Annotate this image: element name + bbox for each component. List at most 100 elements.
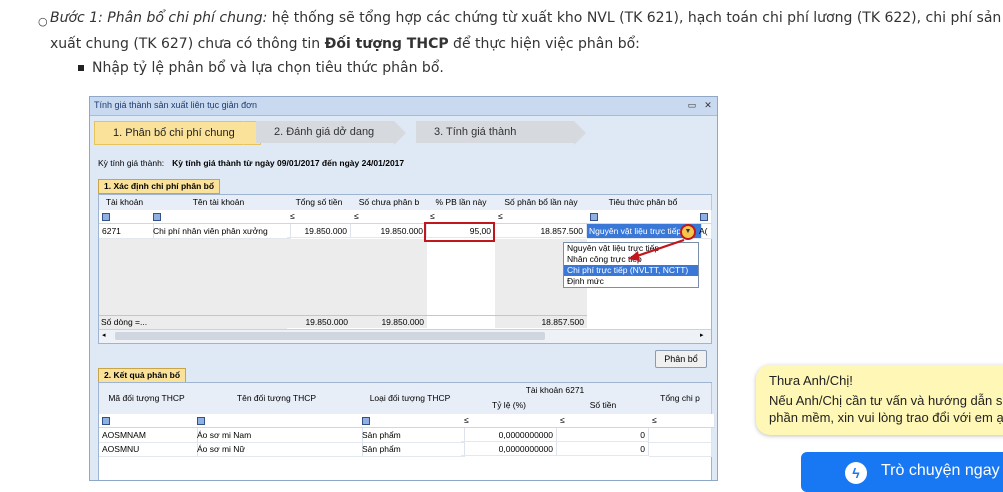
filter-icon: [153, 212, 161, 221]
col-header-object-name[interactable]: Tên đối tượng THCP: [194, 383, 360, 415]
filter-extra: [699, 210, 712, 224]
result-cell-code[interactable]: AOSMNU: [99, 442, 198, 457]
doc-line-2: xuất chung (TK 627) chưa có thông tin Đố…: [50, 36, 640, 52]
step-3-tab[interactable]: 3. Tính giá thành: [416, 121, 574, 143]
scroll-right-icon[interactable]: ▸: [700, 331, 710, 341]
step-3-arrow-icon: [574, 121, 586, 145]
cell-account[interactable]: 6271: [99, 224, 154, 239]
result-cell-rate[interactable]: 0,0000000000: [461, 428, 557, 442]
square-bullet-icon: [78, 65, 84, 71]
col-header-extra: [699, 195, 712, 211]
section-1-title: 1. Xác định chi phí phân bổ: [98, 179, 221, 194]
red-arrow-icon: [628, 238, 685, 261]
doc-line-2-end: để thực hiện việc phân bổ:: [448, 36, 640, 52]
filter-icon: [590, 212, 598, 221]
col-header-account[interactable]: Tài khoản: [99, 195, 151, 211]
step-2-tab[interactable]: 2. Đánh giá dở dang: [256, 121, 394, 143]
col-header-unallocated[interactable]: Số chưa phân b: [351, 195, 428, 211]
window-title: Tính giá thành sản xuất liên tục giản đơ…: [94, 100, 258, 110]
filter-allocated[interactable]: ≤: [495, 210, 591, 224]
chat-now-label: Trò chuyện ngay: [881, 462, 1000, 479]
filter-unallocated[interactable]: ≤: [351, 210, 431, 224]
chat-now-button[interactable]: ϟ Trò chuyện ngay: [801, 452, 1003, 492]
col-header-allocated[interactable]: Số phân bổ lần này: [495, 195, 588, 211]
doc-line-1-text: hệ thống sẽ tổng hợp các chứng từ xuất k…: [267, 10, 1002, 26]
result-cell-name[interactable]: Áo sơ mi Nam: [194, 428, 363, 443]
messenger-icon: ϟ: [845, 462, 867, 484]
result-cell-rate[interactable]: 0,0000000000: [461, 442, 557, 456]
footer-total: 19.850.000: [287, 315, 351, 328]
col-header-percent[interactable]: % PB lần này: [427, 195, 496, 211]
result-cell-name[interactable]: Áo sơ mi Nữ: [194, 442, 363, 457]
percent-highlight: [424, 222, 495, 242]
col-header-criterion[interactable]: Tiêu thức phân bổ: [587, 195, 700, 211]
result-cell-code[interactable]: AOSMNAM: [99, 428, 198, 443]
cell-total[interactable]: 19.850.000: [287, 224, 351, 238]
filter-icon: [102, 416, 110, 425]
col-header-total-cost[interactable]: Tổng chi p: [649, 383, 712, 415]
close-icon[interactable]: ✕: [702, 99, 714, 111]
filter-icon: [102, 212, 110, 221]
period-label: Kỳ tính giá thành:: [98, 158, 165, 168]
result-cell-type[interactable]: Sản phẩm: [359, 442, 465, 457]
allocation-result-grid: Mã đối tượng THCP Tên đối tượng THCP Loạ…: [98, 382, 715, 480]
chat-line-2: Nếu Anh/Chị cần tư vấn và hướng dẫn sử: [769, 393, 1003, 408]
col-header-object-type[interactable]: Loại đối tượng THCP: [359, 383, 462, 415]
result-cell-amount[interactable]: 0: [557, 442, 649, 456]
period-value: Kỳ tính giá thành từ ngày 09/01/2017 đến…: [172, 158, 405, 168]
filter-object-code[interactable]: [99, 414, 195, 428]
col-header-account-name[interactable]: Tên tài khoản: [150, 195, 288, 211]
cell-account-name[interactable]: Chi phí nhân viên phân xưởng: [150, 224, 291, 239]
col-header-amount[interactable]: Số tiền: [557, 398, 650, 415]
period-row: Kỳ tính giá thành: Kỳ tính giá thành từ n…: [98, 158, 404, 168]
dropdown-option[interactable]: Định mức: [564, 276, 698, 287]
chat-line-3: phần mềm, xin vui lòng trao đổi với em ạ: [769, 410, 1003, 425]
minimize-icon[interactable]: ▭: [686, 99, 698, 111]
filter-account[interactable]: [99, 210, 151, 224]
col-header-rate[interactable]: Tỷ lệ (%): [461, 398, 558, 415]
empty-area-percent: [427, 239, 495, 315]
empty-area-left: [99, 239, 427, 315]
footer-allocated: 18.857.500: [495, 315, 587, 328]
doc-line-2-bold: Đối tượng THCP: [324, 36, 449, 52]
col-header-account-6271[interactable]: Tài khoản 6271: [461, 383, 650, 399]
filter-criterion[interactable]: [587, 210, 700, 224]
allocate-button[interactable]: Phân bổ: [655, 350, 707, 368]
filter-total[interactable]: ≤: [287, 210, 355, 224]
cell-allocated[interactable]: 18.857.500: [495, 224, 587, 238]
filter-object-type[interactable]: [359, 414, 462, 428]
scroll-thumb[interactable]: [115, 332, 545, 340]
filter-icon: [197, 416, 205, 425]
step-2-arrow-icon: [394, 121, 406, 145]
filter-icon: [700, 212, 708, 221]
filter-rate[interactable]: ≤: [461, 414, 561, 428]
filter-icon: [362, 416, 370, 425]
result-cell-total[interactable]: [649, 442, 712, 457]
result-cell-amount[interactable]: 0: [557, 428, 649, 442]
circle-bullet-icon: ○: [38, 15, 48, 28]
chat-bubble[interactable]: Thưa Anh/Chị! Nếu Anh/Chị cần tư vấn và …: [756, 365, 1003, 435]
window-titlebar: Tính giá thành sản xuất liên tục giản đơ…: [90, 97, 717, 116]
doc-line-2-start: xuất chung (TK 627) chưa có thông tin: [50, 36, 325, 52]
costing-window: Tính giá thành sản xuất liên tục giản đơ…: [89, 96, 718, 481]
footer-unallocated: 19.850.000: [351, 315, 427, 328]
result-cell-type[interactable]: Sản phẩm: [359, 428, 465, 443]
wizard-steps: 1. Phân bổ chi phí chung 2. Đánh giá dở …: [90, 117, 717, 147]
step-label: Bước 1: Phân bổ chi phí chung:: [50, 10, 268, 26]
footer-blank: [150, 315, 287, 329]
cell-unallocated[interactable]: 19.850.000: [351, 224, 427, 238]
scroll-left-icon[interactable]: ◂: [102, 331, 112, 341]
chat-greeting: Thưa Anh/Chị!: [769, 373, 853, 388]
col-header-total[interactable]: Tổng số tiền: [287, 195, 352, 211]
filter-object-name[interactable]: [194, 414, 360, 428]
result-cell-total[interactable]: [649, 428, 712, 443]
col-header-object-code[interactable]: Mã đối tượng THCP: [99, 383, 195, 415]
section-2-title: 2. Kết quả phân bổ: [98, 368, 187, 383]
step-1-tab[interactable]: 1. Phân bổ chi phí chung: [94, 121, 261, 145]
cell-extra: A(: [699, 224, 712, 239]
filter-account-name[interactable]: [150, 210, 288, 224]
filter-amount[interactable]: ≤: [557, 414, 653, 428]
footer-percent: [427, 315, 495, 329]
sub-bullet-text: Nhập tỷ lệ phân bổ và lựa chọn tiêu thức…: [92, 60, 444, 76]
filter-total-cost[interactable]: ≤: [649, 414, 715, 428]
